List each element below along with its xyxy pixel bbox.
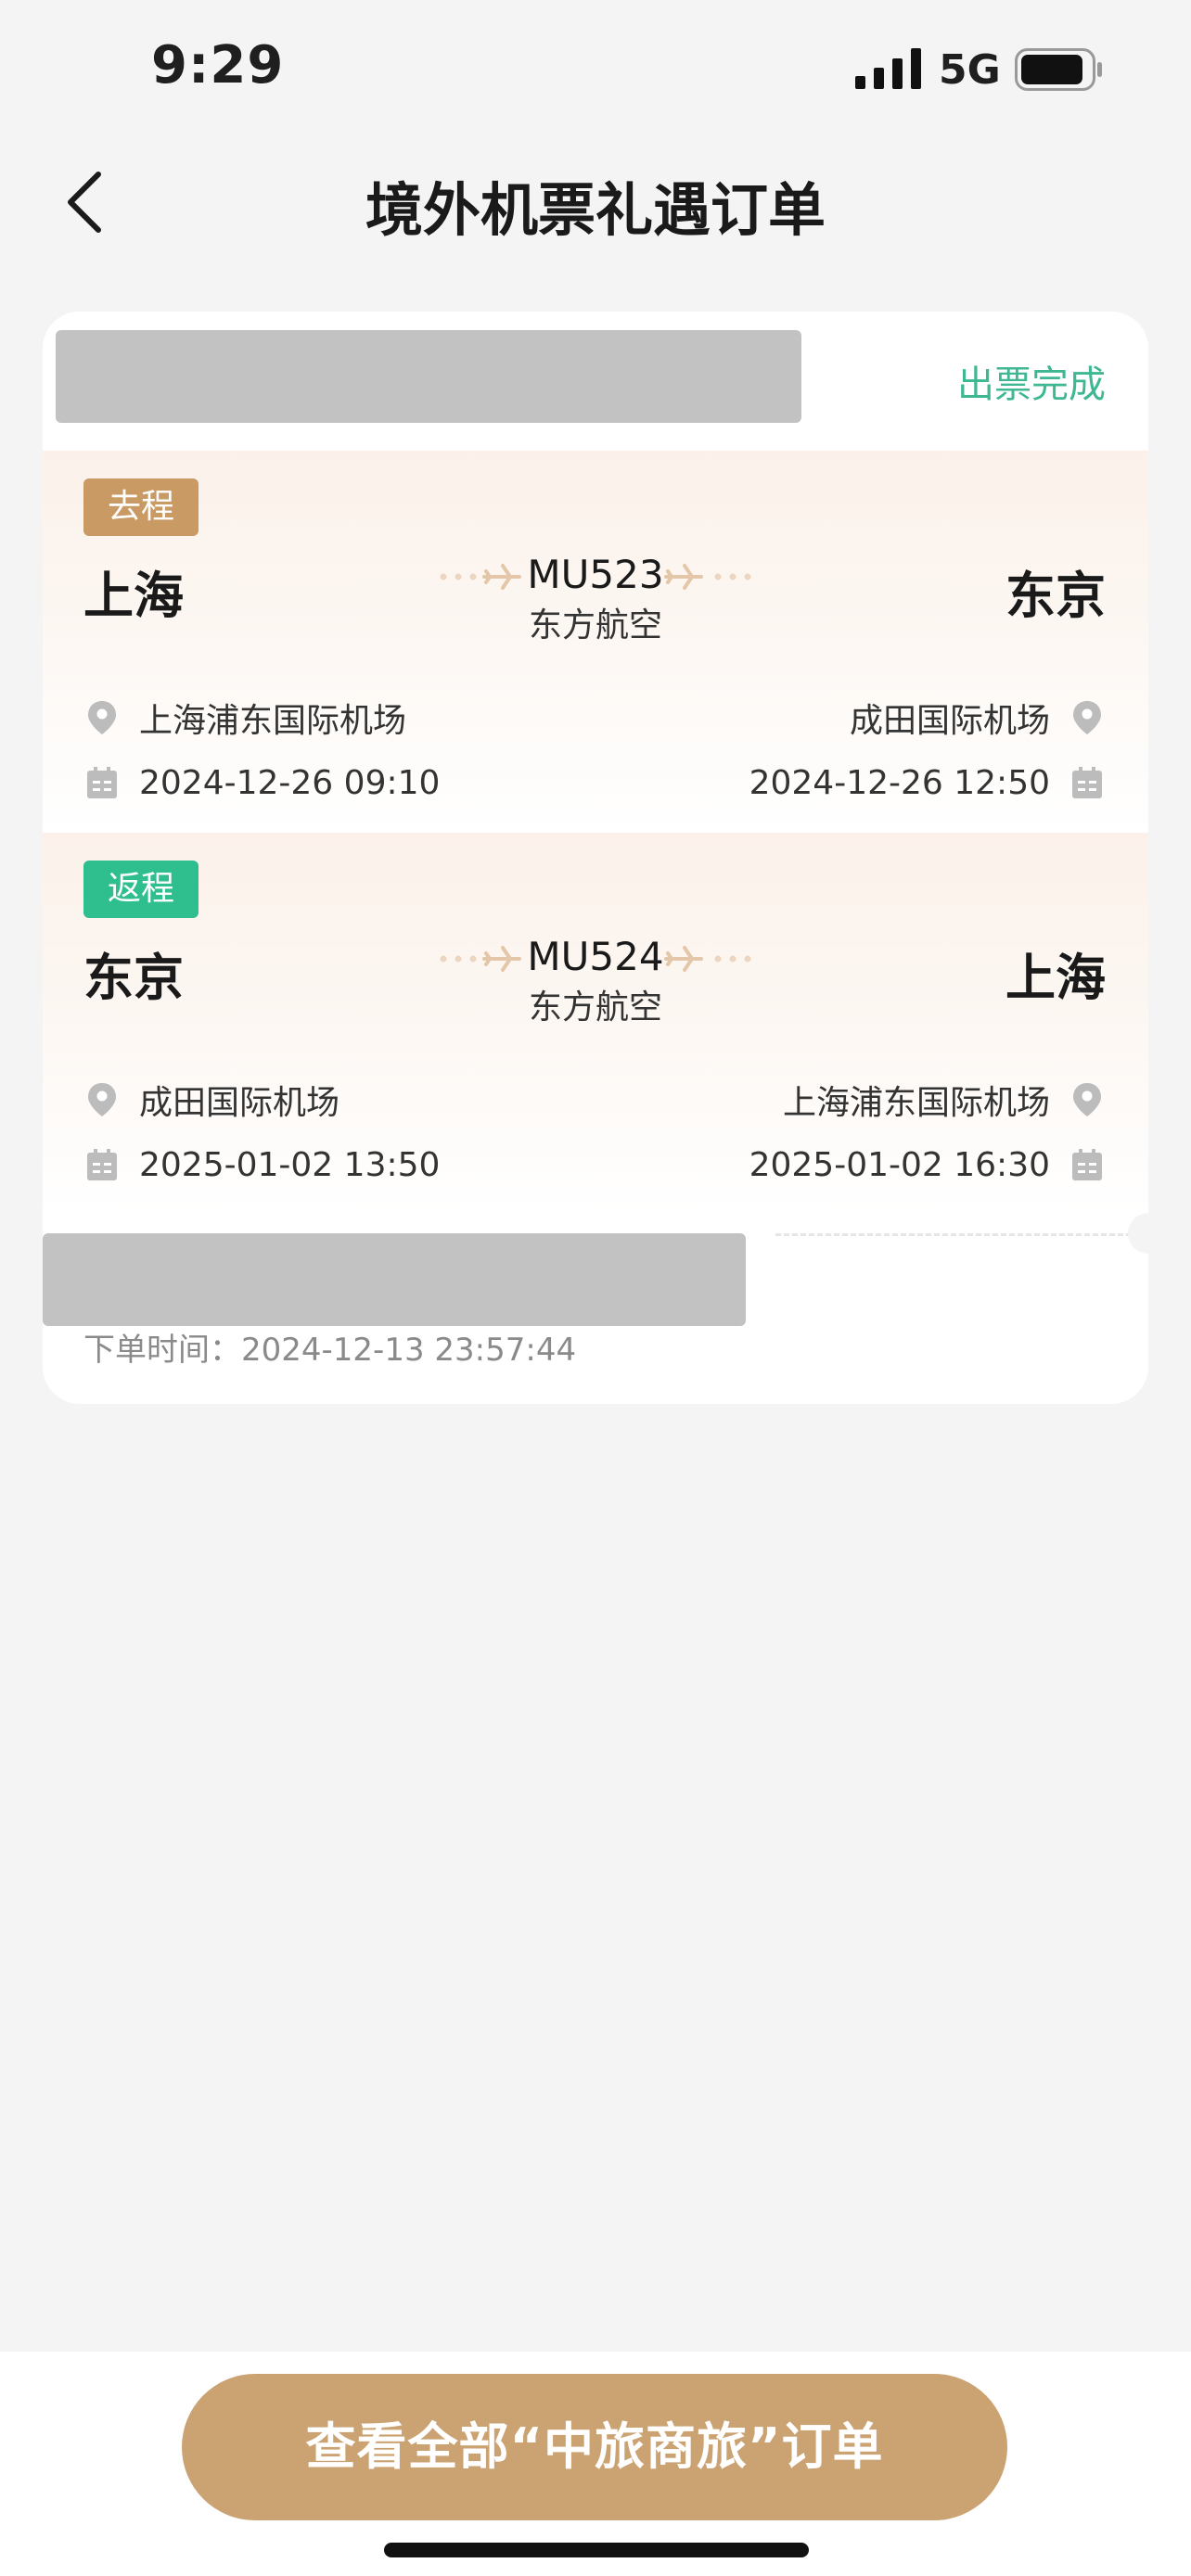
location-pin-icon xyxy=(88,701,116,734)
arrival-city: 上海 xyxy=(1005,949,1106,1007)
departure-airport-row: 上海浦东国际机场 xyxy=(83,694,406,742)
arrival-time: 2024-12-26 12:50 xyxy=(749,764,1050,802)
airline-name: 东方航空 xyxy=(528,606,662,644)
trip-tag-outbound: 去程 xyxy=(83,478,199,536)
ticket-status: 出票完成 xyxy=(957,363,1106,406)
battery-icon xyxy=(1015,48,1102,91)
route-plane-icon xyxy=(664,946,751,972)
flight-info: MU524 东方航空 xyxy=(440,929,751,1031)
card-header: 出票完成 xyxy=(43,312,1148,451)
trip-return: 返程 东京 MU524 东方航空 上海 成田国际机场 上海浦东国际机场 2025… xyxy=(43,833,1148,1215)
arrival-time-row: 2024-12-26 12:50 xyxy=(749,764,1106,802)
page-title: 境外机票礼遇订单 xyxy=(365,176,826,244)
location-pin-icon xyxy=(1073,1083,1101,1116)
departure-time-row: 2025-01-02 13:50 xyxy=(83,1146,440,1184)
airline-name: 东方航空 xyxy=(528,988,662,1027)
bottom-bar: 查看全部“中旅商旅”订单 xyxy=(0,2352,1191,2576)
status-time: 9:29 xyxy=(151,35,285,96)
calendar-icon xyxy=(1072,1148,1102,1180)
calendar-icon xyxy=(87,1148,117,1180)
status-bar: 9:29 5G xyxy=(0,0,1191,139)
home-indicator[interactable] xyxy=(384,2543,809,2557)
location-pin-icon xyxy=(1073,701,1101,734)
trip-outbound: 去程 上海 MU523 东方航空 东京 上海浦东国际机场 成田国际机场 2024… xyxy=(43,451,1148,833)
calendar-icon xyxy=(1072,766,1102,798)
arrival-time: 2025-01-02 16:30 xyxy=(749,1146,1050,1184)
arrival-time-row: 2025-01-02 16:30 xyxy=(749,1146,1106,1184)
view-all-orders-button[interactable]: 查看全部“中旅商旅”订单 xyxy=(182,2374,1007,2520)
flight-info: MU523 东方航空 xyxy=(440,547,751,649)
departure-airport: 上海浦东国际机场 xyxy=(139,702,407,740)
arrival-airport: 上海浦东国际机场 xyxy=(782,1084,1050,1122)
departure-time: 2024-12-26 09:10 xyxy=(139,764,441,802)
order-time: 下单时间：2024-12-13 23:57:44 xyxy=(83,1324,576,1370)
departure-time-row: 2024-12-26 09:10 xyxy=(83,764,440,802)
network-type: 5G xyxy=(939,46,1001,94)
signal-icon xyxy=(855,48,921,89)
arrival-airport-row: 成田国际机场 xyxy=(850,694,1106,742)
location-pin-icon xyxy=(88,1083,116,1116)
arrival-airport-row: 上海浦东国际机场 xyxy=(783,1076,1106,1124)
departure-airport: 成田国际机场 xyxy=(139,1084,340,1122)
order-card[interactable]: 出票完成 去程 上海 MU523 东方航空 东京 上海浦东国际机场 成田国际机场… xyxy=(43,312,1148,1404)
order-time-label: 下单时间： xyxy=(83,1332,241,1369)
route-plane-icon xyxy=(440,564,521,590)
departure-time: 2025-01-02 13:50 xyxy=(139,1146,441,1184)
ticket-notch xyxy=(1128,1213,1148,1254)
departure-airport-row: 成田国际机场 xyxy=(83,1076,339,1124)
redacted-block xyxy=(43,1233,746,1326)
route-plane-icon xyxy=(440,946,521,972)
departure-city: 东京 xyxy=(83,949,184,1007)
route-plane-icon xyxy=(664,564,751,590)
dashed-divider xyxy=(775,1233,1148,1236)
calendar-icon xyxy=(87,766,117,798)
redacted-block xyxy=(56,330,801,423)
arrival-city: 东京 xyxy=(1005,567,1106,625)
arrival-airport: 成田国际机场 xyxy=(849,702,1050,740)
departure-city: 上海 xyxy=(83,567,184,625)
order-time-value: 2024-12-13 23:57:44 xyxy=(241,1332,577,1369)
trip-tag-return: 返程 xyxy=(83,861,199,918)
